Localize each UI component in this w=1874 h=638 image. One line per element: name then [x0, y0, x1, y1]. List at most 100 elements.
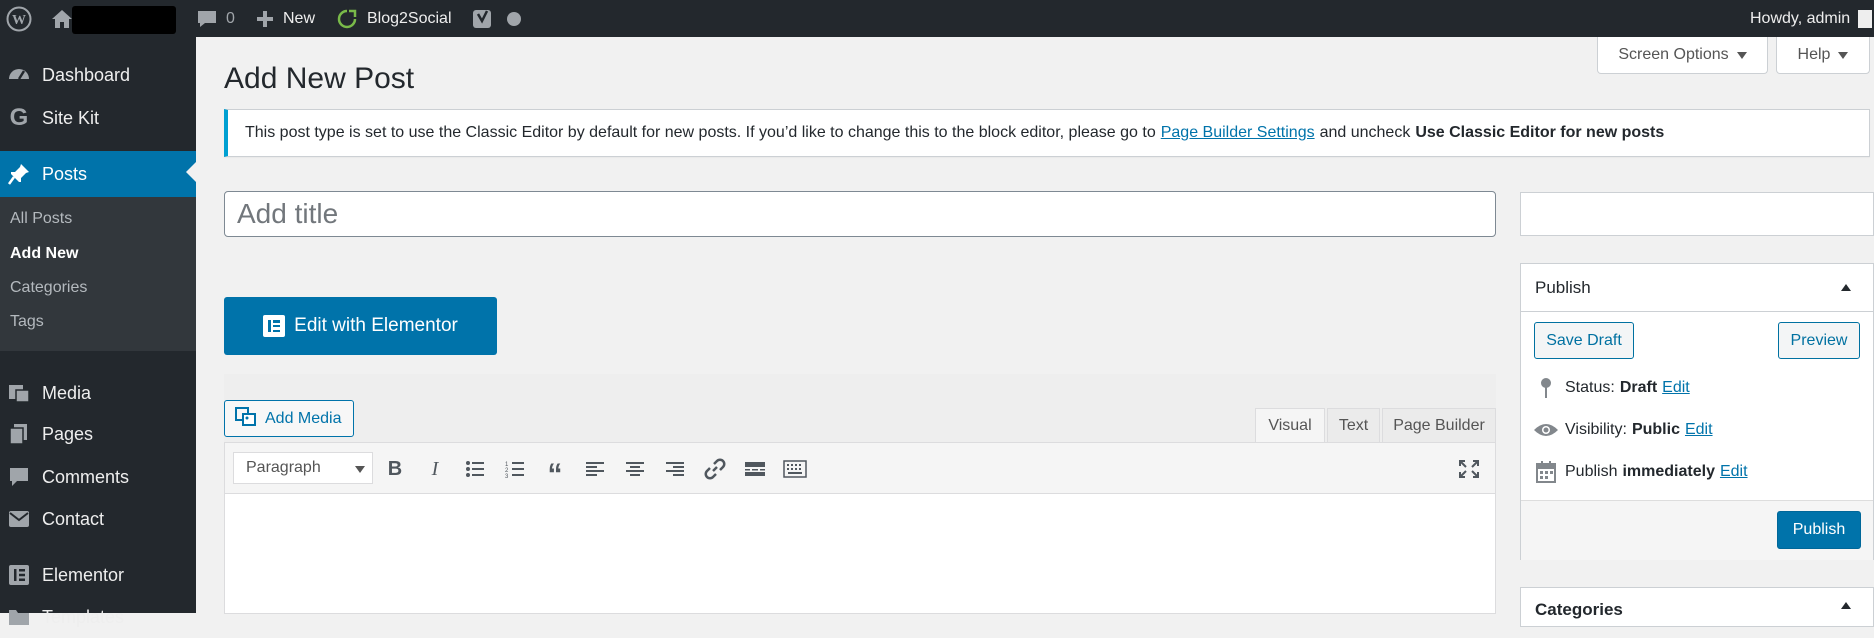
screen-options-button[interactable]: Screen Options — [1597, 37, 1768, 74]
tab-visual[interactable]: Visual — [1255, 408, 1325, 443]
wordpress-logo-icon[interactable]: W — [4, 0, 34, 37]
sidebar-item-site-kit[interactable]: G Site Kit — [0, 97, 196, 139]
admin-bar: W 0 New Blog2Social Howdy, admin — [0, 0, 1874, 37]
sidebar-item-label: Elementor — [42, 564, 125, 585]
sidebar-item-label: Comments — [42, 466, 130, 487]
visibility-row: Visibility: Public Edit — [1533, 417, 1713, 443]
tab-page-builder[interactable]: Page Builder — [1382, 408, 1496, 442]
post-title-input[interactable] — [224, 191, 1496, 237]
caret-down-icon — [1736, 51, 1747, 59]
sidebar-empty-box — [1520, 192, 1874, 236]
sidebar-item-label: Posts — [42, 163, 88, 184]
blog2social-icon — [337, 9, 357, 28]
save-draft-button[interactable]: Save Draft — [1534, 322, 1634, 359]
home-icon[interactable] — [50, 0, 74, 37]
notice-text: This post type is set to use the Classic… — [245, 124, 1156, 141]
screen-options-label: Screen Options — [1618, 46, 1729, 63]
help-label: Help — [1797, 46, 1831, 63]
sidebar-item-label: Contact — [42, 508, 105, 529]
pages-icon — [6, 421, 32, 447]
sidebar-item-dashboard[interactable]: Dashboard — [0, 54, 196, 96]
blog2social-label: Blog2Social — [367, 9, 452, 27]
publish-date-value: immediately — [1622, 463, 1715, 480]
howdy-user[interactable]: Howdy, admin — [1750, 0, 1873, 37]
sidebar-item-templates[interactable]: Templates — [0, 596, 196, 638]
calendar-icon — [1533, 461, 1559, 483]
submenu-tags[interactable]: Tags — [10, 313, 44, 331]
page-builder-settings-link[interactable]: Page Builder Settings — [1161, 124, 1315, 142]
align-left-icon[interactable] — [581, 455, 609, 483]
sidebar-item-comments[interactable]: Comments — [0, 456, 196, 498]
admin-sidebar: Dashboard G Site Kit Posts All Posts Add… — [0, 37, 196, 627]
edit-with-elementor-button[interactable]: Edit with Elementor — [224, 297, 497, 355]
yoast-icon[interactable] — [472, 0, 494, 37]
new-content-link[interactable]: New — [256, 0, 315, 37]
sidebar-item-pages[interactable]: Pages — [0, 413, 196, 455]
italic-icon[interactable]: I — [421, 455, 449, 483]
status-dot-icon[interactable] — [506, 0, 522, 37]
numbered-list-icon[interactable]: 123 — [501, 455, 529, 483]
sidebar-item-label: Site Kit — [42, 107, 100, 128]
new-label: New — [283, 9, 316, 27]
caret-down-icon — [1838, 51, 1849, 59]
submenu-all-posts[interactable]: All Posts — [10, 210, 72, 228]
posts-submenu: All Posts Add New Categories Tags — [0, 197, 196, 351]
classic-editor: Add Media Visual Text Page Builder Parag… — [224, 374, 1496, 614]
sidebar-item-posts[interactable]: Posts — [0, 151, 196, 197]
google-g-icon: G — [9, 104, 29, 131]
align-right-icon[interactable] — [661, 455, 689, 483]
sidebar-item-label: Pages — [42, 423, 94, 444]
comments-count: 0 — [226, 9, 235, 27]
pin-icon — [1533, 377, 1559, 399]
categories-box-title: Categories — [1535, 600, 1623, 619]
edit-visibility-link[interactable]: Edit — [1685, 421, 1713, 439]
page-title: Add New Post — [224, 62, 415, 95]
plus-icon — [257, 10, 273, 27]
publish-box-header[interactable]: Publish — [1521, 264, 1873, 312]
caret-up-icon[interactable] — [1841, 284, 1851, 291]
chevron-down-icon — [355, 466, 365, 473]
align-center-icon[interactable] — [621, 455, 649, 483]
bold-icon[interactable]: B — [381, 455, 409, 483]
status-label: Status: — [1565, 379, 1615, 396]
toolbar-toggle-icon[interactable] — [781, 455, 809, 483]
blog2social-link[interactable]: Blog2Social — [337, 0, 452, 37]
sidebar-item-media[interactable]: Media — [0, 372, 196, 414]
visibility-label: Visibility: — [1565, 421, 1627, 438]
sidebar-item-contact[interactable]: Contact — [0, 498, 196, 540]
fullscreen-icon[interactable] — [1455, 455, 1483, 483]
categories-metabox: Categories — [1520, 587, 1874, 627]
submenu-add-new[interactable]: Add New — [10, 245, 78, 263]
publish-date-label: Publish — [1565, 463, 1618, 480]
comment-icon — [6, 464, 32, 490]
help-button[interactable]: Help — [1776, 37, 1870, 74]
submenu-categories[interactable]: Categories — [10, 279, 87, 297]
tab-text[interactable]: Text — [1327, 408, 1380, 442]
edit-status-link[interactable]: Edit — [1662, 379, 1690, 397]
comments-link[interactable]: 0 — [196, 0, 235, 37]
sidebar-item-elementor[interactable]: Elementor — [0, 554, 196, 596]
eye-icon — [1533, 422, 1559, 438]
notice-strong: Use Classic Editor for new posts — [1415, 124, 1665, 141]
publish-metabox: Publish Save Draft Preview Status: Draft… — [1520, 263, 1874, 560]
read-more-icon[interactable] — [741, 455, 769, 483]
blockquote-icon[interactable]: “ — [541, 455, 569, 490]
publish-button[interactable]: Publish — [1777, 511, 1861, 549]
editor-content-area[interactable] — [224, 494, 1496, 614]
redacted-site-name — [72, 6, 176, 34]
add-media-icon — [235, 406, 257, 431]
publish-date-row: Publish immediately Edit — [1533, 459, 1748, 485]
sidebar-item-label: Dashboard — [42, 64, 131, 85]
edit-publish-date-link[interactable]: Edit — [1720, 463, 1748, 481]
publish-actions: Publish — [1521, 500, 1873, 560]
editor-toolbar: Paragraph B I 123 “ — [224, 442, 1496, 494]
format-select[interactable]: Paragraph — [233, 452, 373, 484]
elementor-button-label: Edit with Elementor — [294, 315, 458, 336]
preview-button[interactable]: Preview — [1778, 322, 1860, 359]
bulleted-list-icon[interactable] — [461, 455, 489, 483]
caret-up-icon[interactable] — [1841, 602, 1851, 609]
link-icon[interactable] — [701, 455, 729, 483]
add-media-button[interactable]: Add Media — [224, 400, 354, 437]
svg-text:W: W — [12, 13, 26, 28]
folder-icon — [6, 604, 32, 630]
